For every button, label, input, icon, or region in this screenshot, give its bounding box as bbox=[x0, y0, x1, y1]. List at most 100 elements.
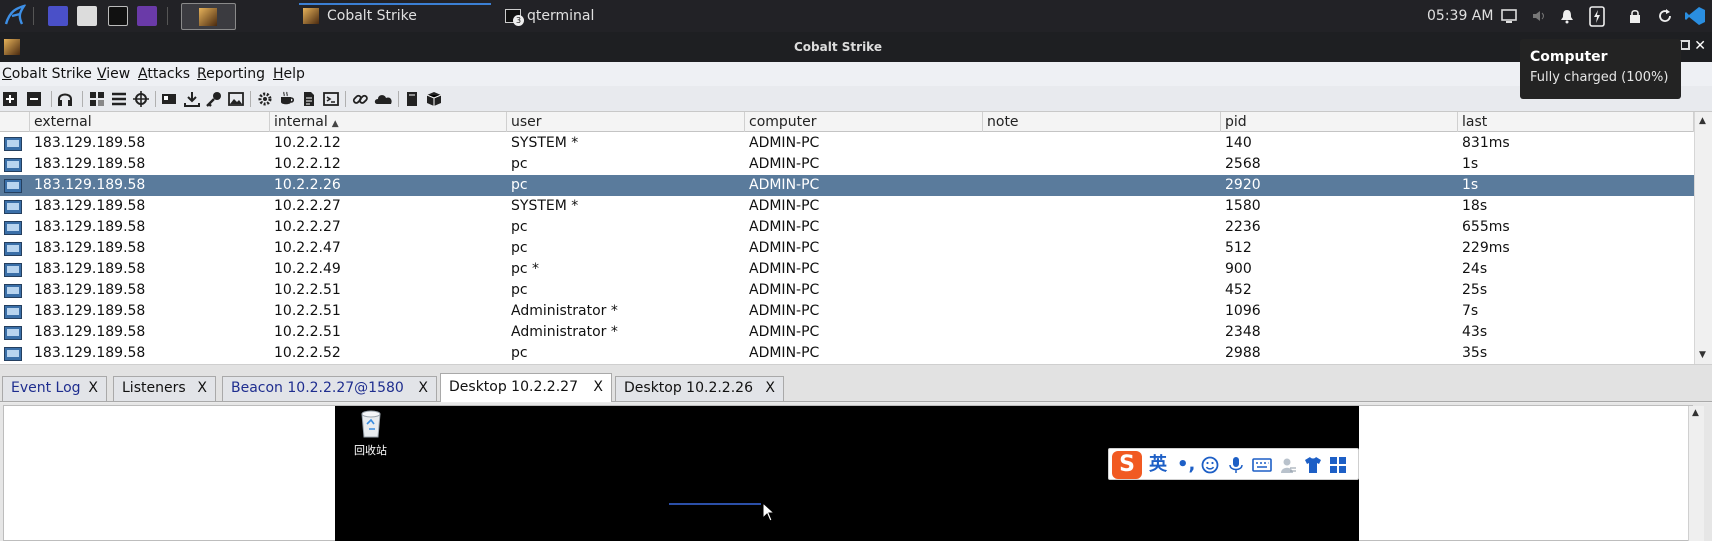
cell-pid: 2236 bbox=[1225, 219, 1261, 235]
tab-beacon[interactable]: Beacon 10.2.2.27@1580 X bbox=[222, 376, 437, 401]
table-row[interactable]: 183.129.189.58 10.2.2.51 pc ADMIN-PC 452 25s bbox=[0, 280, 1694, 301]
ime-language-mode[interactable]: 英 bbox=[1149, 452, 1167, 478]
remote-desktop-screen[interactable]: 回收站 S 英 •, bbox=[335, 406, 1359, 541]
new-connection-icon[interactable] bbox=[2, 91, 18, 107]
table-row[interactable]: 183.129.189.58 10.2.2.49 pc * ADMIN-PC 900 24… bbox=[0, 259, 1694, 280]
document-icon[interactable] bbox=[301, 91, 317, 107]
column-header-external[interactable]: external bbox=[30, 112, 270, 132]
maximize-button[interactable] bbox=[1680, 40, 1690, 50]
cell-pid: 1580 bbox=[1225, 198, 1261, 214]
close-window-button[interactable]: ✕ bbox=[1694, 38, 1706, 54]
column-header-internal[interactable]: internal ▲ bbox=[270, 112, 507, 132]
tab-close-button[interactable]: X bbox=[88, 377, 98, 400]
tab-desktop-active[interactable]: Desktop 10.2.2.27 X bbox=[440, 373, 612, 402]
menu-attacks[interactable]: Attacks bbox=[138, 63, 190, 85]
column-header-icon[interactable] bbox=[0, 112, 30, 132]
disconnect-icon[interactable] bbox=[26, 91, 42, 107]
menu-help[interactable]: Help bbox=[273, 63, 305, 85]
screenshot-icon[interactable] bbox=[228, 91, 244, 107]
tab-close-button[interactable]: X bbox=[593, 374, 603, 401]
tab-close-button[interactable]: X bbox=[418, 377, 428, 400]
emoji-icon[interactable] bbox=[1201, 456, 1219, 474]
download-icon[interactable] bbox=[184, 91, 200, 107]
cell-last: 831ms bbox=[1462, 135, 1510, 151]
table-row[interactable]: 183.129.189.58 10.2.2.12 pc ADMIN-PC 2568 1s bbox=[0, 154, 1694, 175]
keyboard-icon[interactable] bbox=[1252, 456, 1272, 474]
column-header-note[interactable]: note bbox=[983, 112, 1221, 132]
file-manager-icon[interactable] bbox=[77, 6, 97, 26]
volume-muted-icon[interactable] bbox=[1531, 8, 1547, 24]
refresh-icon[interactable] bbox=[1657, 8, 1673, 24]
console-icon[interactable] bbox=[323, 91, 339, 107]
split-pane-divider[interactable] bbox=[0, 364, 1712, 372]
clock[interactable]: 05:39 AM bbox=[1427, 0, 1493, 32]
table-scrollbar[interactable]: ▲ ▼ bbox=[1694, 112, 1712, 364]
cobalt-strike-launcher[interactable] bbox=[181, 3, 236, 30]
menu-reporting[interactable]: Reporting bbox=[197, 63, 265, 85]
table-row[interactable]: 183.129.189.58 10.2.2.27 pc ADMIN-PC 2236 655… bbox=[0, 217, 1694, 238]
headset-icon[interactable] bbox=[57, 91, 73, 107]
battery-charging-icon[interactable] bbox=[1587, 5, 1607, 27]
coffee-icon[interactable] bbox=[279, 91, 295, 107]
toolbox-grid-icon[interactable] bbox=[1329, 456, 1347, 474]
scroll-down-icon[interactable]: ▼ bbox=[1699, 350, 1706, 360]
pivot-graph-icon[interactable] bbox=[89, 91, 105, 107]
ime-punctuation-mode[interactable]: •, bbox=[1177, 452, 1195, 478]
session-table-icon[interactable] bbox=[111, 91, 127, 107]
lock-screen-icon[interactable] bbox=[1627, 8, 1643, 24]
cell-pid: 452 bbox=[1225, 282, 1252, 298]
table-row[interactable]: 183.129.189.58 10.2.2.51 Administrator * AD… bbox=[0, 301, 1694, 322]
screen-recorder-icon[interactable] bbox=[137, 6, 157, 26]
ime-toolbar[interactable]: S 英 •, bbox=[1108, 448, 1359, 480]
credentials-icon[interactable] bbox=[161, 91, 177, 107]
cell-user: Administrator * bbox=[511, 324, 618, 340]
tab-event-log[interactable]: Event Log X bbox=[2, 376, 107, 401]
terminal-launcher-icon[interactable] bbox=[108, 6, 128, 26]
notification-bell-icon[interactable] bbox=[1559, 8, 1575, 24]
table-row[interactable]: 183.129.189.58 10.2.2.12 SYSTEM * ADMIN-PC 1… bbox=[0, 133, 1694, 154]
cell-user: pc bbox=[511, 156, 528, 172]
cloud-icon[interactable] bbox=[374, 91, 394, 107]
display-icon[interactable] bbox=[1501, 8, 1517, 24]
kali-menu-icon[interactable] bbox=[4, 4, 26, 28]
column-header-user[interactable]: user bbox=[507, 112, 745, 132]
column-header-pid[interactable]: pid bbox=[1221, 112, 1458, 132]
menu-cobalt-strike[interactable]: Cobalt Strike bbox=[2, 63, 92, 85]
cell-external: 183.129.189.58 bbox=[34, 198, 146, 214]
table-row[interactable]: 183.129.189.58 10.2.2.26 pc ADMIN-PC 2920 1s bbox=[0, 175, 1694, 196]
link-icon[interactable] bbox=[352, 91, 368, 107]
desktop-scrollbar[interactable]: ▲ bbox=[1688, 406, 1704, 541]
package-icon[interactable] bbox=[426, 91, 442, 107]
vscode-icon[interactable] bbox=[1684, 6, 1706, 26]
taskbar-window-cobalt-strike[interactable]: Cobalt Strike bbox=[303, 0, 417, 32]
recycle-bin-icon[interactable] bbox=[358, 408, 384, 438]
tab-close-button[interactable]: X bbox=[765, 377, 775, 400]
taskbar-window-qterminal[interactable]: 3 qterminal bbox=[505, 0, 594, 32]
cell-user: SYSTEM * bbox=[511, 198, 579, 214]
sogou-logo-icon[interactable]: S bbox=[1112, 451, 1142, 479]
target-icon[interactable] bbox=[133, 91, 149, 107]
table-row[interactable]: 183.129.189.58 10.2.2.47 pc ADMIN-PC 512 229m… bbox=[0, 238, 1694, 259]
scroll-up-icon[interactable]: ▲ bbox=[1692, 408, 1699, 418]
beacon-computer-icon bbox=[4, 284, 22, 298]
tab-desktop-2[interactable]: Desktop 10.2.2.26 X bbox=[615, 376, 784, 401]
table-row[interactable]: 183.129.189.58 10.2.2.51 Administrator * AD… bbox=[0, 322, 1694, 343]
settings-icon[interactable] bbox=[257, 91, 273, 107]
tab-close-button[interactable]: X bbox=[197, 377, 207, 400]
book-icon[interactable] bbox=[404, 91, 420, 107]
table-row[interactable]: 183.129.189.58 10.2.2.27 SYSTEM * ADMIN-PC 1… bbox=[0, 196, 1694, 217]
tab-listeners[interactable]: Listeners X bbox=[113, 376, 216, 401]
scroll-up-icon[interactable]: ▲ bbox=[1699, 116, 1706, 126]
column-header-last[interactable]: last bbox=[1458, 112, 1694, 132]
workspace-switcher-icon[interactable] bbox=[48, 6, 68, 26]
column-header-computer[interactable]: computer bbox=[745, 112, 983, 132]
user-settings-icon[interactable] bbox=[1279, 456, 1297, 474]
cell-computer: ADMIN-PC bbox=[749, 303, 820, 319]
table-row[interactable]: 183.129.189.58 10.2.2.52 pc ADMIN-PC 2988 35s bbox=[0, 343, 1694, 364]
window-title-bar[interactable]: Cobalt Strike ✕ bbox=[0, 32, 1712, 62]
microphone-icon[interactable] bbox=[1227, 456, 1245, 474]
battery-notification[interactable]: Computer Fully charged (100%) bbox=[1520, 39, 1681, 99]
skin-shirt-icon[interactable] bbox=[1304, 456, 1322, 474]
menu-view[interactable]: View bbox=[97, 63, 130, 85]
key-icon[interactable] bbox=[206, 91, 222, 107]
